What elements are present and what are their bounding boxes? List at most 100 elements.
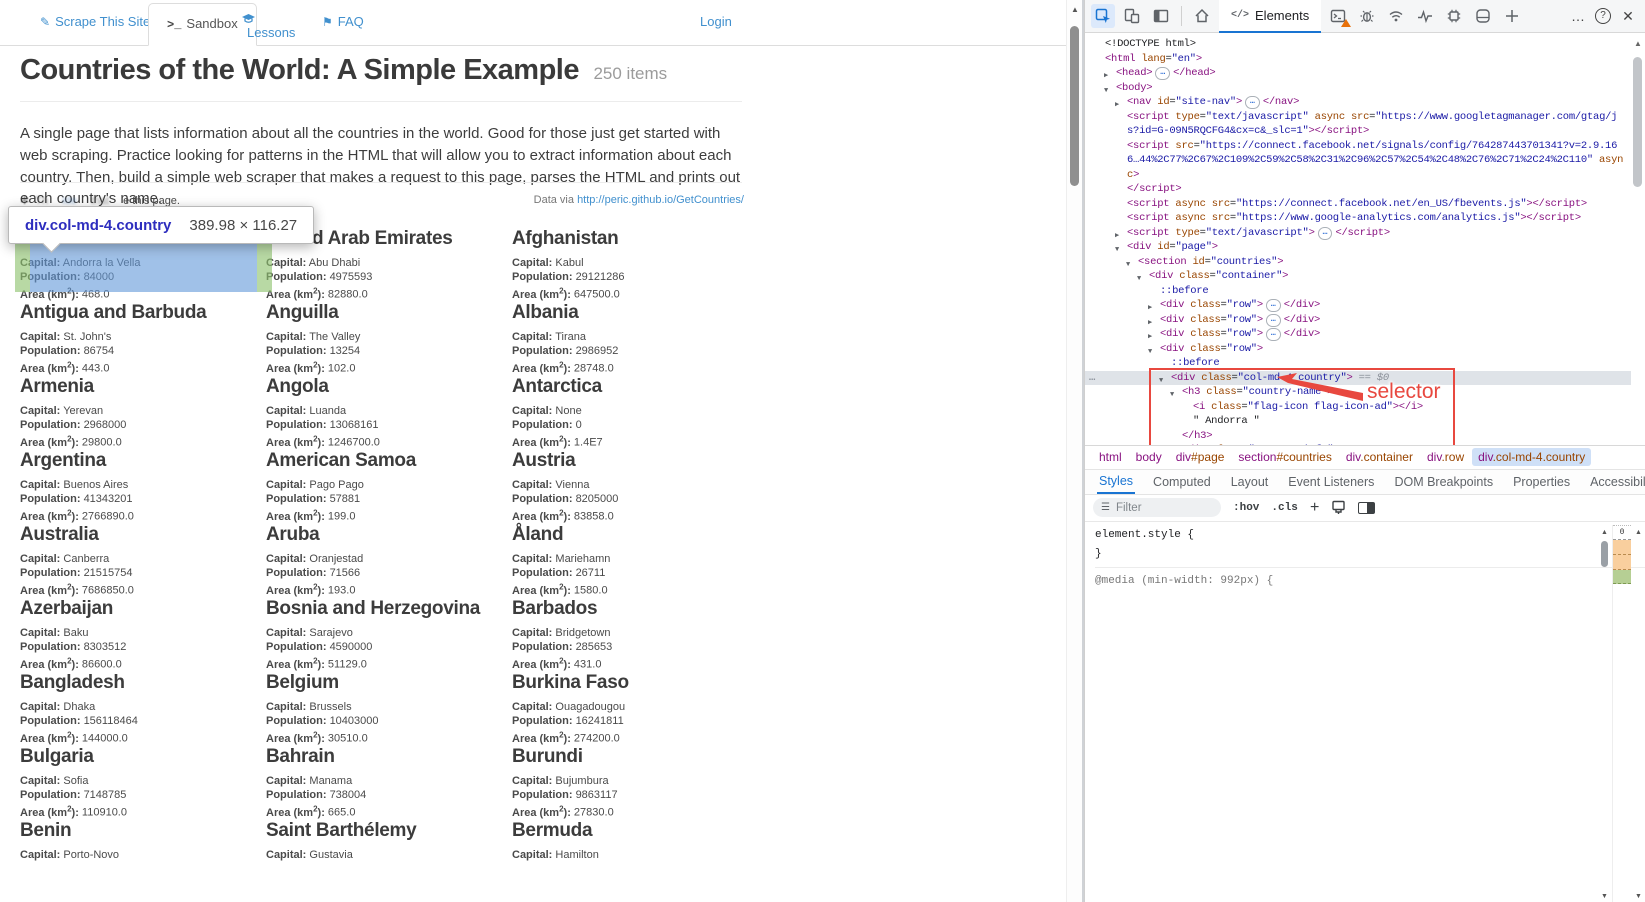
help-icon[interactable]: ? xyxy=(1595,8,1611,24)
issues-bug-icon[interactable] xyxy=(1355,4,1379,28)
site-nav: ✎Scrape This Site >_Sandbox Lessons ⚑FAQ… xyxy=(0,0,1066,46)
data-source-link[interactable]: http://peric.github.io/GetCountries/ xyxy=(577,194,744,206)
tree-scrollbar[interactable]: ▲ xyxy=(1631,33,1645,445)
memory-chip-icon[interactable] xyxy=(1442,4,1466,28)
country-name: Burkina Faso xyxy=(512,672,758,694)
devtools-toolbar: </> Elements … ? ✕ xyxy=(1085,0,1645,33)
page-scrollbar[interactable]: ▲ xyxy=(1066,0,1082,902)
country-card: AustriaCapital: ViennaPopulation: 820500… xyxy=(512,450,758,524)
close-devtools-icon[interactable]: ✕ xyxy=(1617,8,1639,25)
more-options-icon[interactable]: … xyxy=(1567,8,1589,24)
ellipsis-expand-button[interactable]: … xyxy=(1266,299,1281,312)
dom-tree-line[interactable]: <!DOCTYPE html> xyxy=(1085,37,1645,52)
application-storage-icon[interactable] xyxy=(1471,4,1495,28)
dom-tree-line[interactable]: <script src="https://connect.facebook.ne… xyxy=(1085,139,1645,183)
nav-link-faq[interactable]: ⚑FAQ xyxy=(322,14,364,29)
breadcrumb-item[interactable]: div.row xyxy=(1421,448,1470,466)
nav-link-login[interactable]: Login xyxy=(700,14,732,29)
add-tab-icon[interactable] xyxy=(1500,4,1524,28)
dom-tree-line[interactable]: ▼<div class="country-info"> xyxy=(1085,443,1645,445)
hover-state-button[interactable]: :hov xyxy=(1233,502,1259,514)
dom-tree-line[interactable]: ▶<nav id="site-nav">…</nav> xyxy=(1085,95,1645,110)
breadcrumb-item[interactable]: div.col-md-4.country xyxy=(1472,448,1591,466)
style-filter-input[interactable]: ☰ Filter xyxy=(1093,498,1221,517)
breadcrumb-item[interactable]: html xyxy=(1093,448,1128,466)
toolbar-divider xyxy=(1181,6,1182,26)
scroll-up-arrow[interactable]: ▲ xyxy=(1071,5,1079,14)
sidebar-tab-styles[interactable]: Styles xyxy=(1097,469,1135,494)
style-rules[interactable]: element.style { } @media (min-width: 992… xyxy=(1085,522,1645,591)
dom-tree-line[interactable]: <script async src="https://www.google-an… xyxy=(1085,211,1645,226)
outer-scrollbar[interactable]: ▲▼ xyxy=(1632,527,1645,902)
country-info: Capital: OuagadougouPopulation: 16241811… xyxy=(512,701,758,746)
device-emulation-icon[interactable] xyxy=(1120,4,1144,28)
sidebar-tab-accessibility[interactable]: Accessibility xyxy=(1588,470,1645,493)
dom-tree-line[interactable]: ▼<h3 class="country-name"> xyxy=(1085,385,1645,400)
country-name: Burundi xyxy=(512,746,758,768)
class-toggle-button[interactable]: .cls xyxy=(1271,502,1297,514)
breadcrumb-item[interactable]: section#countries xyxy=(1232,448,1337,466)
scrollbar-thumb[interactable] xyxy=(1633,57,1642,187)
tab-elements[interactable]: </> Elements xyxy=(1219,0,1321,33)
ellipsis-expand-button[interactable]: … xyxy=(1266,328,1281,341)
inspect-element-icon[interactable] xyxy=(1091,4,1115,28)
nav-brand-link[interactable]: ✎Scrape This Site xyxy=(40,14,150,29)
breadcrumb-item[interactable]: body xyxy=(1130,448,1168,466)
dom-tree-line[interactable]: <script type="text/javascript" async src… xyxy=(1085,110,1645,139)
dom-tree-line[interactable]: ▼<div id="page"> xyxy=(1085,240,1645,255)
element-style-open[interactable]: element.style { xyxy=(1095,526,1645,545)
country-info: Capital: Porto-Novo xyxy=(20,849,266,863)
dom-tree-line[interactable]: ▼<div class="container"> xyxy=(1085,269,1645,284)
breadcrumb-item[interactable]: div.container xyxy=(1340,448,1419,466)
sidebar-tab-layout[interactable]: Layout xyxy=(1229,470,1271,493)
new-style-rule-button[interactable]: + xyxy=(1310,499,1320,517)
country-name: Afghanistan xyxy=(512,228,758,250)
dom-tree-line[interactable]: <script async src="https://connect.faceb… xyxy=(1085,197,1645,212)
country-name: Åland xyxy=(512,524,758,546)
dom-tree-line[interactable]: ▶<div class="row">…</div> xyxy=(1085,327,1645,342)
dom-tree-line[interactable]: ▶<div class="row">…</div> xyxy=(1085,313,1645,328)
ellipsis-expand-button[interactable]: … xyxy=(1318,227,1333,240)
dom-tree-line[interactable]: ▶<script type="text/javascript">…</scrip… xyxy=(1085,226,1645,241)
dom-tree-line[interactable]: <i class="flag-icon flag-icon-ad"></i> xyxy=(1085,400,1645,415)
styles-scrollbar[interactable]: ▲▼ xyxy=(1598,527,1611,902)
sidebar-tab-computed[interactable]: Computed xyxy=(1151,470,1213,493)
dom-tree-line[interactable]: ▼<div class="col-md-4 country"> == $0… xyxy=(1085,371,1645,386)
breadcrumb-item[interactable]: div#page xyxy=(1170,448,1231,466)
code-brackets-icon: </> xyxy=(1231,10,1249,21)
dom-tree-line[interactable]: " Andorra " xyxy=(1085,414,1645,429)
sidebar-tab-dom-breakpoints[interactable]: DOM Breakpoints xyxy=(1392,470,1495,493)
country-name: Aruba xyxy=(266,524,512,546)
welcome-home-icon[interactable] xyxy=(1190,4,1214,28)
divider xyxy=(20,101,742,102)
performance-icon[interactable] xyxy=(1413,4,1437,28)
dom-tree-line[interactable]: </script> xyxy=(1085,182,1645,197)
ellipsis-expand-button[interactable]: … xyxy=(1266,314,1281,327)
dock-layout-icon[interactable] xyxy=(1149,4,1173,28)
dom-tree-line[interactable]: ▶<div class="row">…</div> xyxy=(1085,298,1645,313)
nav-tab-sandbox[interactable]: >_Sandbox xyxy=(148,3,257,46)
dom-tree-line[interactable]: ▼<section id="countries"> xyxy=(1085,255,1645,270)
sidebar-tab-event-listeners[interactable]: Event Listeners xyxy=(1286,470,1376,493)
dom-tree-line[interactable]: ::before xyxy=(1085,356,1645,371)
scroll-up-arrow[interactable]: ▲ xyxy=(1634,39,1642,48)
dom-tree-line[interactable]: ::before xyxy=(1085,284,1645,299)
gutter-more-icon[interactable]: … xyxy=(1089,371,1095,386)
console-icon[interactable] xyxy=(1326,4,1350,28)
country-card: AfghanistanCapital: KabulPopulation: 291… xyxy=(512,228,758,302)
rendering-brush-icon[interactable] xyxy=(1331,500,1346,515)
dom-tree-line[interactable]: ▶<head>…</head> xyxy=(1085,66,1645,81)
dom-tree-line[interactable]: ▼<div class="row"> xyxy=(1085,342,1645,357)
computed-panel-toggle-icon[interactable] xyxy=(1358,502,1375,514)
ellipsis-expand-button[interactable]: … xyxy=(1155,67,1170,80)
dom-tree-line[interactable]: </h3> xyxy=(1085,429,1645,444)
nav-link-lessons[interactable]: Lessons xyxy=(242,14,295,40)
country-info: Capital: BujumburaPopulation: 9863117Are… xyxy=(512,775,758,820)
sidebar-tab-properties[interactable]: Properties xyxy=(1511,470,1572,493)
network-wifi-icon[interactable] xyxy=(1384,4,1408,28)
ellipsis-expand-button[interactable]: … xyxy=(1245,96,1260,109)
dom-tree-line[interactable]: <html lang="en"> xyxy=(1085,52,1645,67)
scrollbar-thumb[interactable] xyxy=(1070,26,1079,186)
dom-tree-line[interactable]: ▼<body> xyxy=(1085,81,1645,96)
country-name: Austria xyxy=(512,450,758,472)
